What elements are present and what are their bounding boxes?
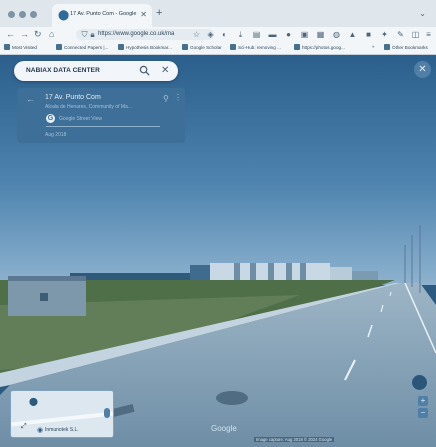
- street-view-panorama[interactable]: NABIAX DATA CENTER ✕ ← 17 Av. Punto Com …: [0, 55, 436, 447]
- zotero-icon[interactable]: ▦: [316, 30, 325, 39]
- gear-icon: [4, 44, 10, 50]
- exit-street-view-button[interactable]: ✕: [414, 61, 431, 78]
- library-icon[interactable]: ▤: [252, 30, 261, 39]
- menu-icon[interactable]: ≡: [424, 30, 433, 39]
- home-icon[interactable]: ⌂: [49, 29, 54, 40]
- bookmarks-overflow-chevron-icon[interactable]: »: [372, 44, 375, 49]
- connected-papers-icon: [56, 44, 62, 50]
- forward-icon[interactable]: →: [20, 29, 29, 40]
- more-options-icon[interactable]: ⋮: [174, 93, 182, 102]
- sci-hub-icon: [230, 44, 236, 50]
- business-pin-icon: ◉: [37, 427, 44, 434]
- maps-pin-icon: ⬤: [58, 10, 70, 21]
- window-maximize-control[interactable]: [30, 11, 37, 18]
- pocket-icon[interactable]: ◈: [206, 30, 215, 39]
- bookmarks-bar: Most Visited Connected Papers |... Hypot…: [0, 42, 436, 55]
- divider: [46, 126, 160, 127]
- google-logo: Google: [211, 424, 237, 433]
- location-pin-icon[interactable]: ⚲: [163, 94, 169, 103]
- tab-title: 17 Av. Punto Com - Google Maps: [70, 11, 138, 17]
- compass-icon[interactable]: [411, 374, 428, 391]
- bookmark-google-scholar[interactable]: Google Scholar: [182, 44, 222, 50]
- search-icon[interactable]: [139, 65, 150, 76]
- clear-search-icon[interactable]: ✕: [161, 65, 169, 77]
- mini-map[interactable]: ⬤ ⤢ ◉ Inmunotek S.L.: [10, 390, 114, 438]
- capture-date[interactable]: Aug 2018: [45, 132, 66, 138]
- zoom-in-button[interactable]: +: [418, 396, 428, 406]
- search-input[interactable]: NABIAX DATA CENTER: [26, 67, 100, 74]
- navigation-bar: ← → ↻ ⌂ ⛉ 🔒︎ https://www.google.co.uk/ma…: [0, 27, 436, 42]
- profile-icon[interactable]: ●: [284, 30, 293, 39]
- bookmark-other[interactable]: Other Bookmarks: [384, 44, 428, 50]
- bookmark-most-visited[interactable]: Most Visited: [4, 44, 37, 50]
- browser-window: ⬤ 17 Av. Punto Com - Google Maps ✕ + ⌄ ←…: [0, 0, 436, 447]
- bookmark-photos[interactable]: https://photos.goog...: [294, 44, 345, 50]
- reader-icon[interactable]: ▣: [300, 30, 309, 39]
- bookmark-hypothesis[interactable]: Hypothesis Bookmar...: [118, 44, 172, 50]
- photos-icon: [294, 44, 300, 50]
- tab-list-chevron-icon[interactable]: ⌄: [419, 9, 426, 18]
- tab-active[interactable]: ⬤ 17 Av. Punto Com - Google Maps ✕: [52, 4, 152, 27]
- close-tab-icon[interactable]: ✕: [140, 10, 147, 19]
- back-arrow-icon[interactable]: ←: [26, 94, 35, 104]
- bookmark-sci-hub[interactable]: Sci-Hub: removing ...: [230, 44, 281, 50]
- url-text: https://www.google.co.uk/ma: [98, 31, 175, 37]
- back-icon[interactable]: ←: [6, 29, 15, 40]
- tab-strip: ⬤ 17 Av. Punto Com - Google Maps ✕ + ⌄: [0, 0, 436, 27]
- window-close-control[interactable]: [8, 11, 15, 18]
- google-g-icon: G: [46, 114, 55, 123]
- map-place-label: Inmunotek S.L.: [45, 427, 79, 433]
- bookmark-star-icon[interactable]: ☆: [192, 30, 201, 39]
- download-icon[interactable]: ⤓: [236, 30, 245, 39]
- folder-icon: [384, 44, 390, 50]
- reload-icon[interactable]: ↻: [34, 29, 42, 40]
- edit-icon[interactable]: ✎: [396, 30, 405, 39]
- search-box[interactable]: NABIAX DATA CENTER ✕: [14, 61, 178, 81]
- lock-icon: 🔒︎: [90, 30, 95, 39]
- zoom-out-button[interactable]: −: [418, 408, 428, 418]
- expand-map-icon[interactable]: ⤢: [21, 423, 27, 431]
- pin-extension-icon[interactable]: ✦: [380, 30, 389, 39]
- globe-icon: [118, 44, 124, 50]
- translate-icon[interactable]: ◍: [332, 30, 341, 39]
- new-tab-button[interactable]: +: [156, 8, 162, 19]
- hypothesis-icon[interactable]: ■: [364, 30, 373, 39]
- map-pin-icon: ⬤: [29, 397, 38, 406]
- place-info-card: ← 17 Av. Punto Com Alcala de Henares, Co…: [17, 88, 185, 143]
- extension-icon[interactable]: ▬: [268, 30, 277, 39]
- scholar-icon: [182, 44, 188, 50]
- shield-extension-icon[interactable]: ◐: [220, 30, 229, 39]
- scholar-icon[interactable]: ▲: [348, 30, 357, 39]
- imagery-source: Google Street View: [59, 116, 102, 122]
- screenshot-icon[interactable]: ◫: [411, 30, 420, 39]
- image-attribution: Image capture: Aug 2018 © 2024 Google: [254, 437, 335, 442]
- bookmark-connected-papers[interactable]: Connected Papers |...: [56, 44, 108, 50]
- window-minimize-control[interactable]: [19, 11, 26, 18]
- place-title: 17 Av. Punto Com: [45, 94, 101, 101]
- pegman-position-icon: [104, 408, 110, 418]
- place-subtitle: Alcala de Henares, Community of Ma...: [45, 104, 132, 110]
